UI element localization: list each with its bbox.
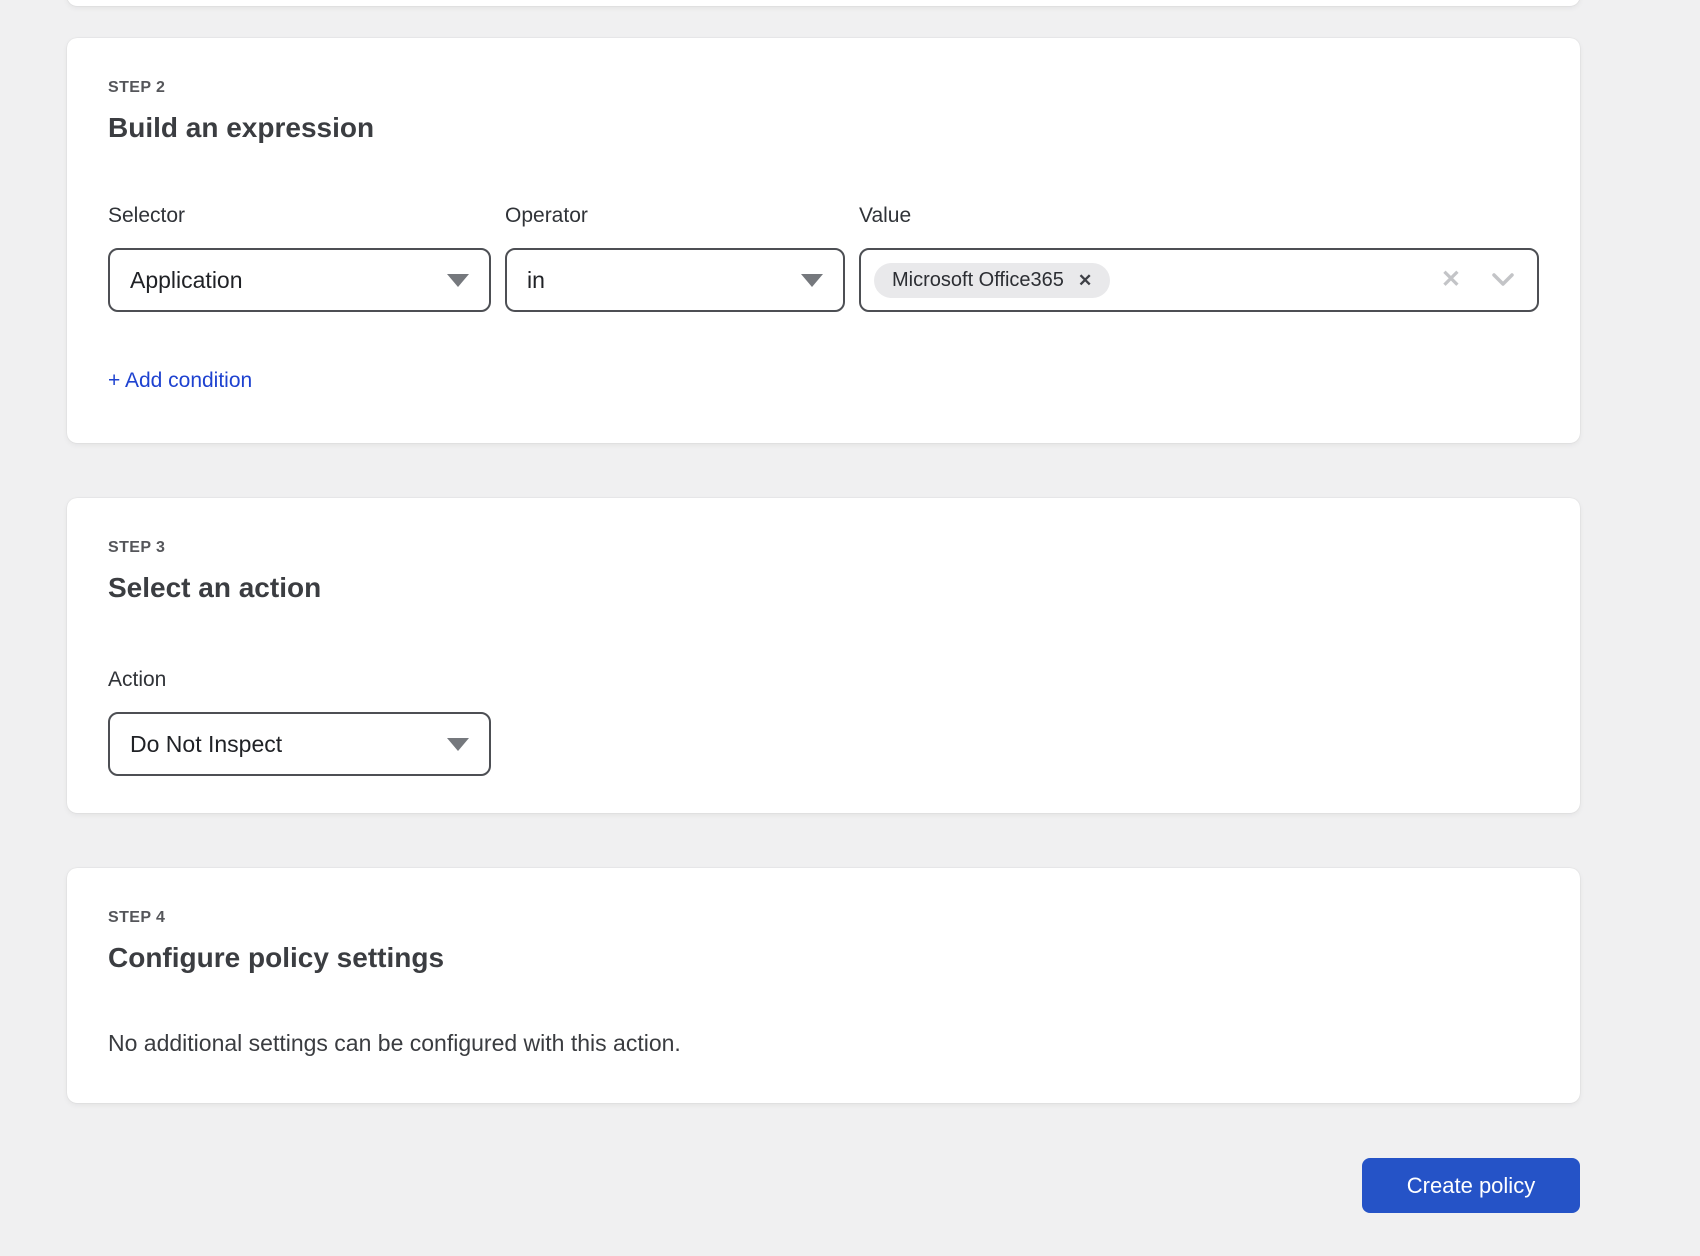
step2-card: STEP 2 Build an expression Selector Appl…: [67, 38, 1580, 443]
operator-field: Operator in: [505, 202, 845, 312]
selector-dropdown-value: Application: [130, 267, 243, 294]
expression-fields-row: Selector Application Operator in Value M…: [108, 202, 1539, 312]
operator-dropdown-value: in: [527, 267, 545, 294]
dropdown-caret-icon: [447, 274, 469, 287]
action-fields-row: Action Do Not Inspect: [108, 666, 1539, 776]
previous-step-card-edge: [67, 0, 1580, 6]
step3-label: STEP 3: [108, 538, 1539, 558]
dropdown-caret-icon: [447, 738, 469, 751]
selector-dropdown[interactable]: Application: [108, 248, 491, 312]
selector-field: Selector Application: [108, 202, 491, 312]
policy-builder-page: STEP 2 Build an expression Selector Appl…: [0, 0, 1700, 1256]
step4-body-text: No additional settings can be configured…: [108, 1028, 1539, 1058]
step2-label: STEP 2: [108, 78, 1539, 98]
step3-title: Select an action: [108, 570, 1539, 606]
value-tag-text: Microsoft Office365: [892, 269, 1064, 292]
action-dropdown[interactable]: Do Not Inspect: [108, 712, 491, 776]
operator-field-label: Operator: [505, 202, 845, 230]
step3-card: STEP 3 Select an action Action Do Not In…: [67, 498, 1580, 813]
chevron-down-icon[interactable]: [1491, 272, 1515, 288]
clear-all-icon[interactable]: ✕: [1441, 268, 1461, 292]
dropdown-caret-icon: [801, 274, 823, 287]
value-field-label: Value: [859, 202, 1539, 230]
remove-tag-icon[interactable]: ✕: [1078, 272, 1092, 289]
step4-card: STEP 4 Configure policy settings No addi…: [67, 868, 1580, 1103]
value-field: Value Microsoft Office365 ✕ ✕: [859, 202, 1539, 312]
add-condition-link[interactable]: + Add condition: [108, 368, 252, 394]
step2-title: Build an expression: [108, 110, 1539, 146]
action-dropdown-value: Do Not Inspect: [130, 731, 282, 758]
action-field: Action Do Not Inspect: [108, 666, 491, 776]
value-tag: Microsoft Office365 ✕: [874, 263, 1110, 298]
create-policy-button[interactable]: Create policy: [1362, 1158, 1580, 1213]
value-box-controls: ✕: [1441, 268, 1515, 292]
operator-dropdown[interactable]: in: [505, 248, 845, 312]
action-field-label: Action: [108, 666, 491, 694]
step4-title: Configure policy settings: [108, 940, 1539, 976]
step4-label: STEP 4: [108, 908, 1539, 928]
value-multiselect[interactable]: Microsoft Office365 ✕ ✕: [859, 248, 1539, 312]
selector-field-label: Selector: [108, 202, 491, 230]
